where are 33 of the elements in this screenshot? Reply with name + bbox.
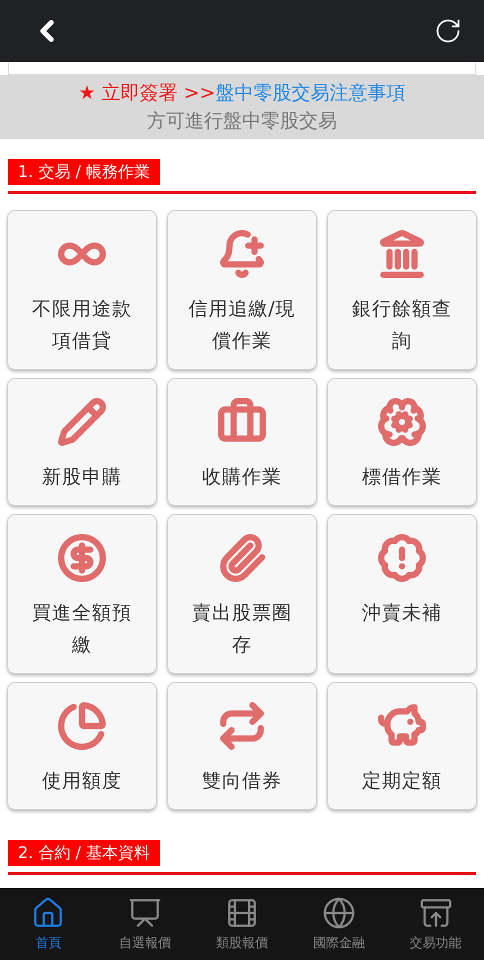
function-tile[interactable]: 新股申購 [7,378,157,506]
function-tile[interactable]: 沖賣未補 [327,514,477,674]
notice-line: ★ 立即簽署 >>盤中零股交易注意事項 [78,81,406,106]
nav-tab[interactable]: 首頁 [0,888,97,960]
nav-tab[interactable]: 類股報價 [194,888,290,960]
refresh-icon[interactable] [434,17,462,45]
section-title: 2. 合約 / 基本資料 [8,840,160,866]
alert-badge-icon [377,533,427,583]
function-tile[interactable]: 銀行餘額查詢 [327,210,477,370]
globe-icon [322,896,356,930]
nav-tab[interactable]: 自選報價 [96,888,194,960]
pencil-icon [57,397,107,447]
function-tile[interactable]: 標借作業 [327,378,477,506]
function-tile[interactable]: 信用追繳/現償作業 [167,210,317,370]
function-tile[interactable]: 使用額度 [7,682,157,810]
bank-icon [377,229,427,279]
repeat-icon [217,701,267,751]
function-tile[interactable]: 買進全額預繳 [7,514,157,674]
notice-note: 方可進行盤中零股交易 [146,109,338,134]
function-tile[interactable]: 賣出股票圈存 [167,514,317,674]
function-tile[interactable]: 雙向借券 [167,682,317,810]
pie-chart-icon [57,701,107,751]
presenter-icon [128,896,162,930]
nav-tab[interactable]: 國際金融 [290,888,388,960]
function-tile[interactable]: 收購作業 [167,378,317,506]
function-tile[interactable]: 定期定額 [327,682,477,810]
function-tile[interactable]: 不限用途款項借貸 [7,210,157,370]
dollar-icon [57,533,107,583]
paperclip-icon [217,533,267,583]
nav-tab[interactable]: 交易功能 [387,888,484,960]
inbox-icon [418,896,453,930]
section-title: 1. 交易 / 帳務作業 [8,159,160,185]
bell-icon [217,229,267,279]
